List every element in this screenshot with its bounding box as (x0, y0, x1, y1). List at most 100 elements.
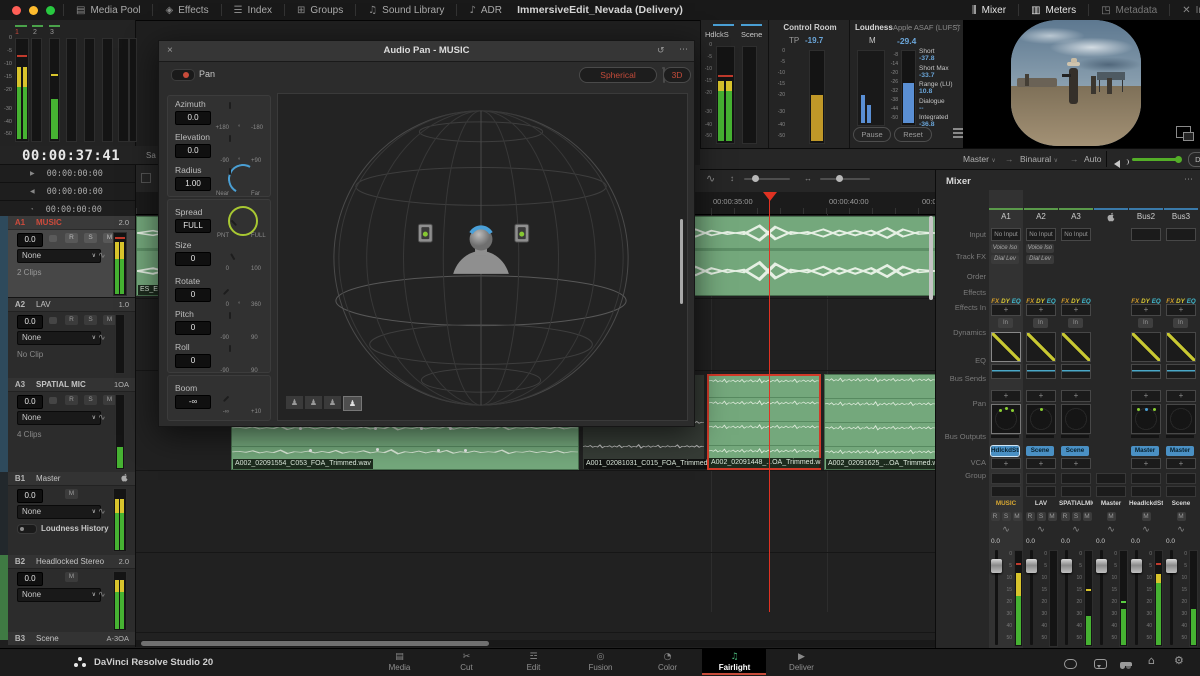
strip-fader-value[interactable]: 0.0 (1026, 538, 1035, 545)
strip-automation-icon[interactable]: ∿ (1129, 524, 1163, 535)
track-pan-dropdown[interactable]: None∨ (17, 331, 101, 345)
index-button[interactable]: ☰Index (222, 0, 284, 20)
pan-toggle[interactable] (171, 69, 195, 81)
mixer-strip-music[interactable]: A1No InputVoice IsoDial LevFXDYEQ+In+Hdl… (989, 190, 1023, 648)
track-height-icon[interactable]: ↕ (730, 174, 734, 183)
strip-input[interactable] (1131, 228, 1161, 241)
strip-fader-value[interactable]: 0.0 (1131, 538, 1140, 545)
strip-pan-display[interactable] (1026, 404, 1056, 434)
clip-foa-3-selected[interactable]: A002_02091448_...OA_Trimmed.wav (707, 374, 821, 470)
strip-automation-icon[interactable]: ∿ (1164, 524, 1198, 535)
strip-id[interactable]: A3 (1059, 212, 1093, 221)
strip-pan-display[interactable] (991, 404, 1021, 434)
strip-effects-add[interactable]: + (991, 304, 1021, 316)
control-value[interactable]: 0 (175, 321, 211, 335)
strip-input[interactable]: No Input (1061, 228, 1091, 241)
strip-rsm-button[interactable]: M (1142, 512, 1151, 521)
reset-icon[interactable]: ↺ (657, 45, 665, 56)
control-value[interactable]: 0.0 (175, 144, 211, 158)
control-value[interactable]: 0 (175, 354, 211, 368)
strip-trackfx[interactable]: Dial Lev (991, 255, 1019, 264)
strip-group[interactable] (1131, 486, 1161, 497)
control-value[interactable]: 0 (175, 288, 211, 302)
mixer-toggle-button[interactable]: ⫼Mixer (960, 0, 1018, 20)
strip-rsm-button[interactable]: R (1061, 512, 1070, 521)
meters-toggle-button[interactable]: ▥Meters (1019, 0, 1088, 20)
page-tab-cut[interactable]: ✂Cut (433, 649, 500, 676)
home-icon[interactable]: ⌂ (1148, 654, 1155, 667)
strip-fader-handle[interactable] (1096, 559, 1107, 573)
control-value[interactable]: 1.00 (175, 177, 211, 191)
strip-id[interactable]: Bus2 (1129, 212, 1163, 221)
lock-icon[interactable] (49, 317, 57, 324)
strip-rsm-button[interactable]: R (1026, 512, 1035, 521)
mode-3d-button[interactable]: 3D (663, 67, 691, 83)
timeline-tool-icon[interactable] (141, 173, 151, 183)
strip-effects-add[interactable]: + (1131, 304, 1161, 316)
strip-dynamics-graph[interactable] (1166, 332, 1196, 362)
strip-rsm-button[interactable]: S (1037, 512, 1046, 521)
strip-pan-slider[interactable] (1026, 435, 1054, 438)
picture-in-picture-icon[interactable] (1176, 126, 1191, 138)
track-rsm-button[interactable]: R (65, 315, 78, 325)
h-scrollbar-track[interactable] (136, 640, 936, 647)
strip-pan-slider[interactable] (1166, 435, 1194, 438)
pan-3d-view[interactable]: ♟ ♟ ♟ ♟ (277, 93, 688, 421)
loudness-reset-button[interactable]: Reset (894, 127, 932, 142)
monitor-volume-slider[interactable] (1132, 158, 1180, 161)
strip-vca[interactable] (1166, 473, 1196, 484)
mixer-strip-master[interactable]: MasterM∿0.005101520304050 (1094, 190, 1128, 648)
zoom-horizontal-icon[interactable]: ↔ (804, 174, 812, 183)
track-card-b2[interactable]: B2 Headlocked Stereo 2.0 0.0 M None∨ ∿ (8, 555, 135, 633)
strip-bus-output-add[interactable]: + (1131, 458, 1161, 469)
track-rsm-button[interactable]: S (84, 233, 97, 243)
track-pan-dropdown[interactable]: None∨ (17, 505, 101, 519)
strip-automation-icon[interactable]: ∿ (1094, 524, 1128, 535)
strip-rsm-button[interactable]: S (1072, 512, 1081, 521)
strip-effects-add[interactable]: + (1026, 304, 1056, 316)
strip-bus-output-add[interactable]: + (1166, 458, 1196, 469)
automation-icon[interactable]: ∿ (98, 589, 106, 600)
monitor-output-dropdown[interactable]: Binaural ∨ (1020, 154, 1058, 164)
strip-name[interactable]: HeadlckdStr (1129, 500, 1163, 507)
track-card-a1[interactable]: A1 MUSIC 2.0 0.0 RSM None∨ ∿ 2 Clips (8, 216, 135, 298)
strip-bus-output-add[interactable]: + (1026, 458, 1056, 469)
strip-bus-output[interactable]: Master (1166, 446, 1194, 456)
strip-effects-in[interactable]: In (1173, 318, 1188, 328)
strip-rsm-button[interactable]: R (991, 512, 1000, 521)
gear-icon[interactable]: ⚙ (1174, 654, 1184, 667)
strip-vca[interactable] (1131, 473, 1161, 484)
dialog-scrollbar-thumb[interactable] (680, 219, 683, 304)
strip-fader-handle[interactable] (1061, 559, 1072, 573)
track-pan-dropdown[interactable]: None∨ (17, 588, 101, 602)
track-rsm-button[interactable]: R (65, 395, 78, 405)
collaboration-users-icon[interactable] (1120, 656, 1131, 674)
track-pan-dropdown[interactable]: None∨ (17, 249, 101, 263)
remote-monitoring-icon[interactable] (1064, 656, 1077, 674)
control-value[interactable]: 0 (175, 252, 211, 266)
mixer-strip-spatialmic[interactable]: A3No InputFXDYEQ+In+Scene+SPATIALMICRSM∿… (1059, 190, 1093, 648)
dialog-titlebar[interactable]: × Audio Pan - MUSIC ↺ ⋯ (159, 41, 694, 62)
inspector-toggle-button[interactable]: ✕Inspector (1170, 0, 1200, 20)
view-persp-button[interactable]: ♟ (343, 396, 362, 411)
strip-group[interactable] (1061, 486, 1091, 497)
track-height-slider[interactable] (744, 178, 790, 180)
strip-bus-output[interactable]: Scene (1026, 446, 1054, 456)
strip-group[interactable] (1096, 486, 1126, 497)
track-gain[interactable]: 0.0 (17, 233, 43, 247)
track-card-a3[interactable]: A3 SPATIAL MIC 1OA 0.0 RSM None∨ ∿ 4 Cli… (8, 378, 135, 473)
strip-vca[interactable] (1096, 473, 1126, 484)
track-mute-button[interactable]: M (65, 572, 78, 582)
strip-bus-output[interactable]: HdlckdStr (991, 446, 1019, 456)
track-gain[interactable]: 0.0 (17, 315, 43, 329)
strip-bus-output[interactable]: Scene (1061, 446, 1089, 456)
strip-id[interactable] (1094, 212, 1128, 226)
strip-automation-icon[interactable]: ∿ (1024, 524, 1058, 535)
strip-eq-graph[interactable] (1026, 364, 1056, 379)
strip-fader-value[interactable]: 0.0 (1061, 538, 1070, 545)
strip-dynamics-graph[interactable] (1061, 332, 1091, 362)
strip-id[interactable]: A1 (989, 212, 1023, 221)
strip-eq-graph[interactable] (991, 364, 1021, 379)
dim-button[interactable]: DIM (1188, 152, 1200, 167)
dialog-menu-icon[interactable]: ⋯ (679, 44, 688, 55)
